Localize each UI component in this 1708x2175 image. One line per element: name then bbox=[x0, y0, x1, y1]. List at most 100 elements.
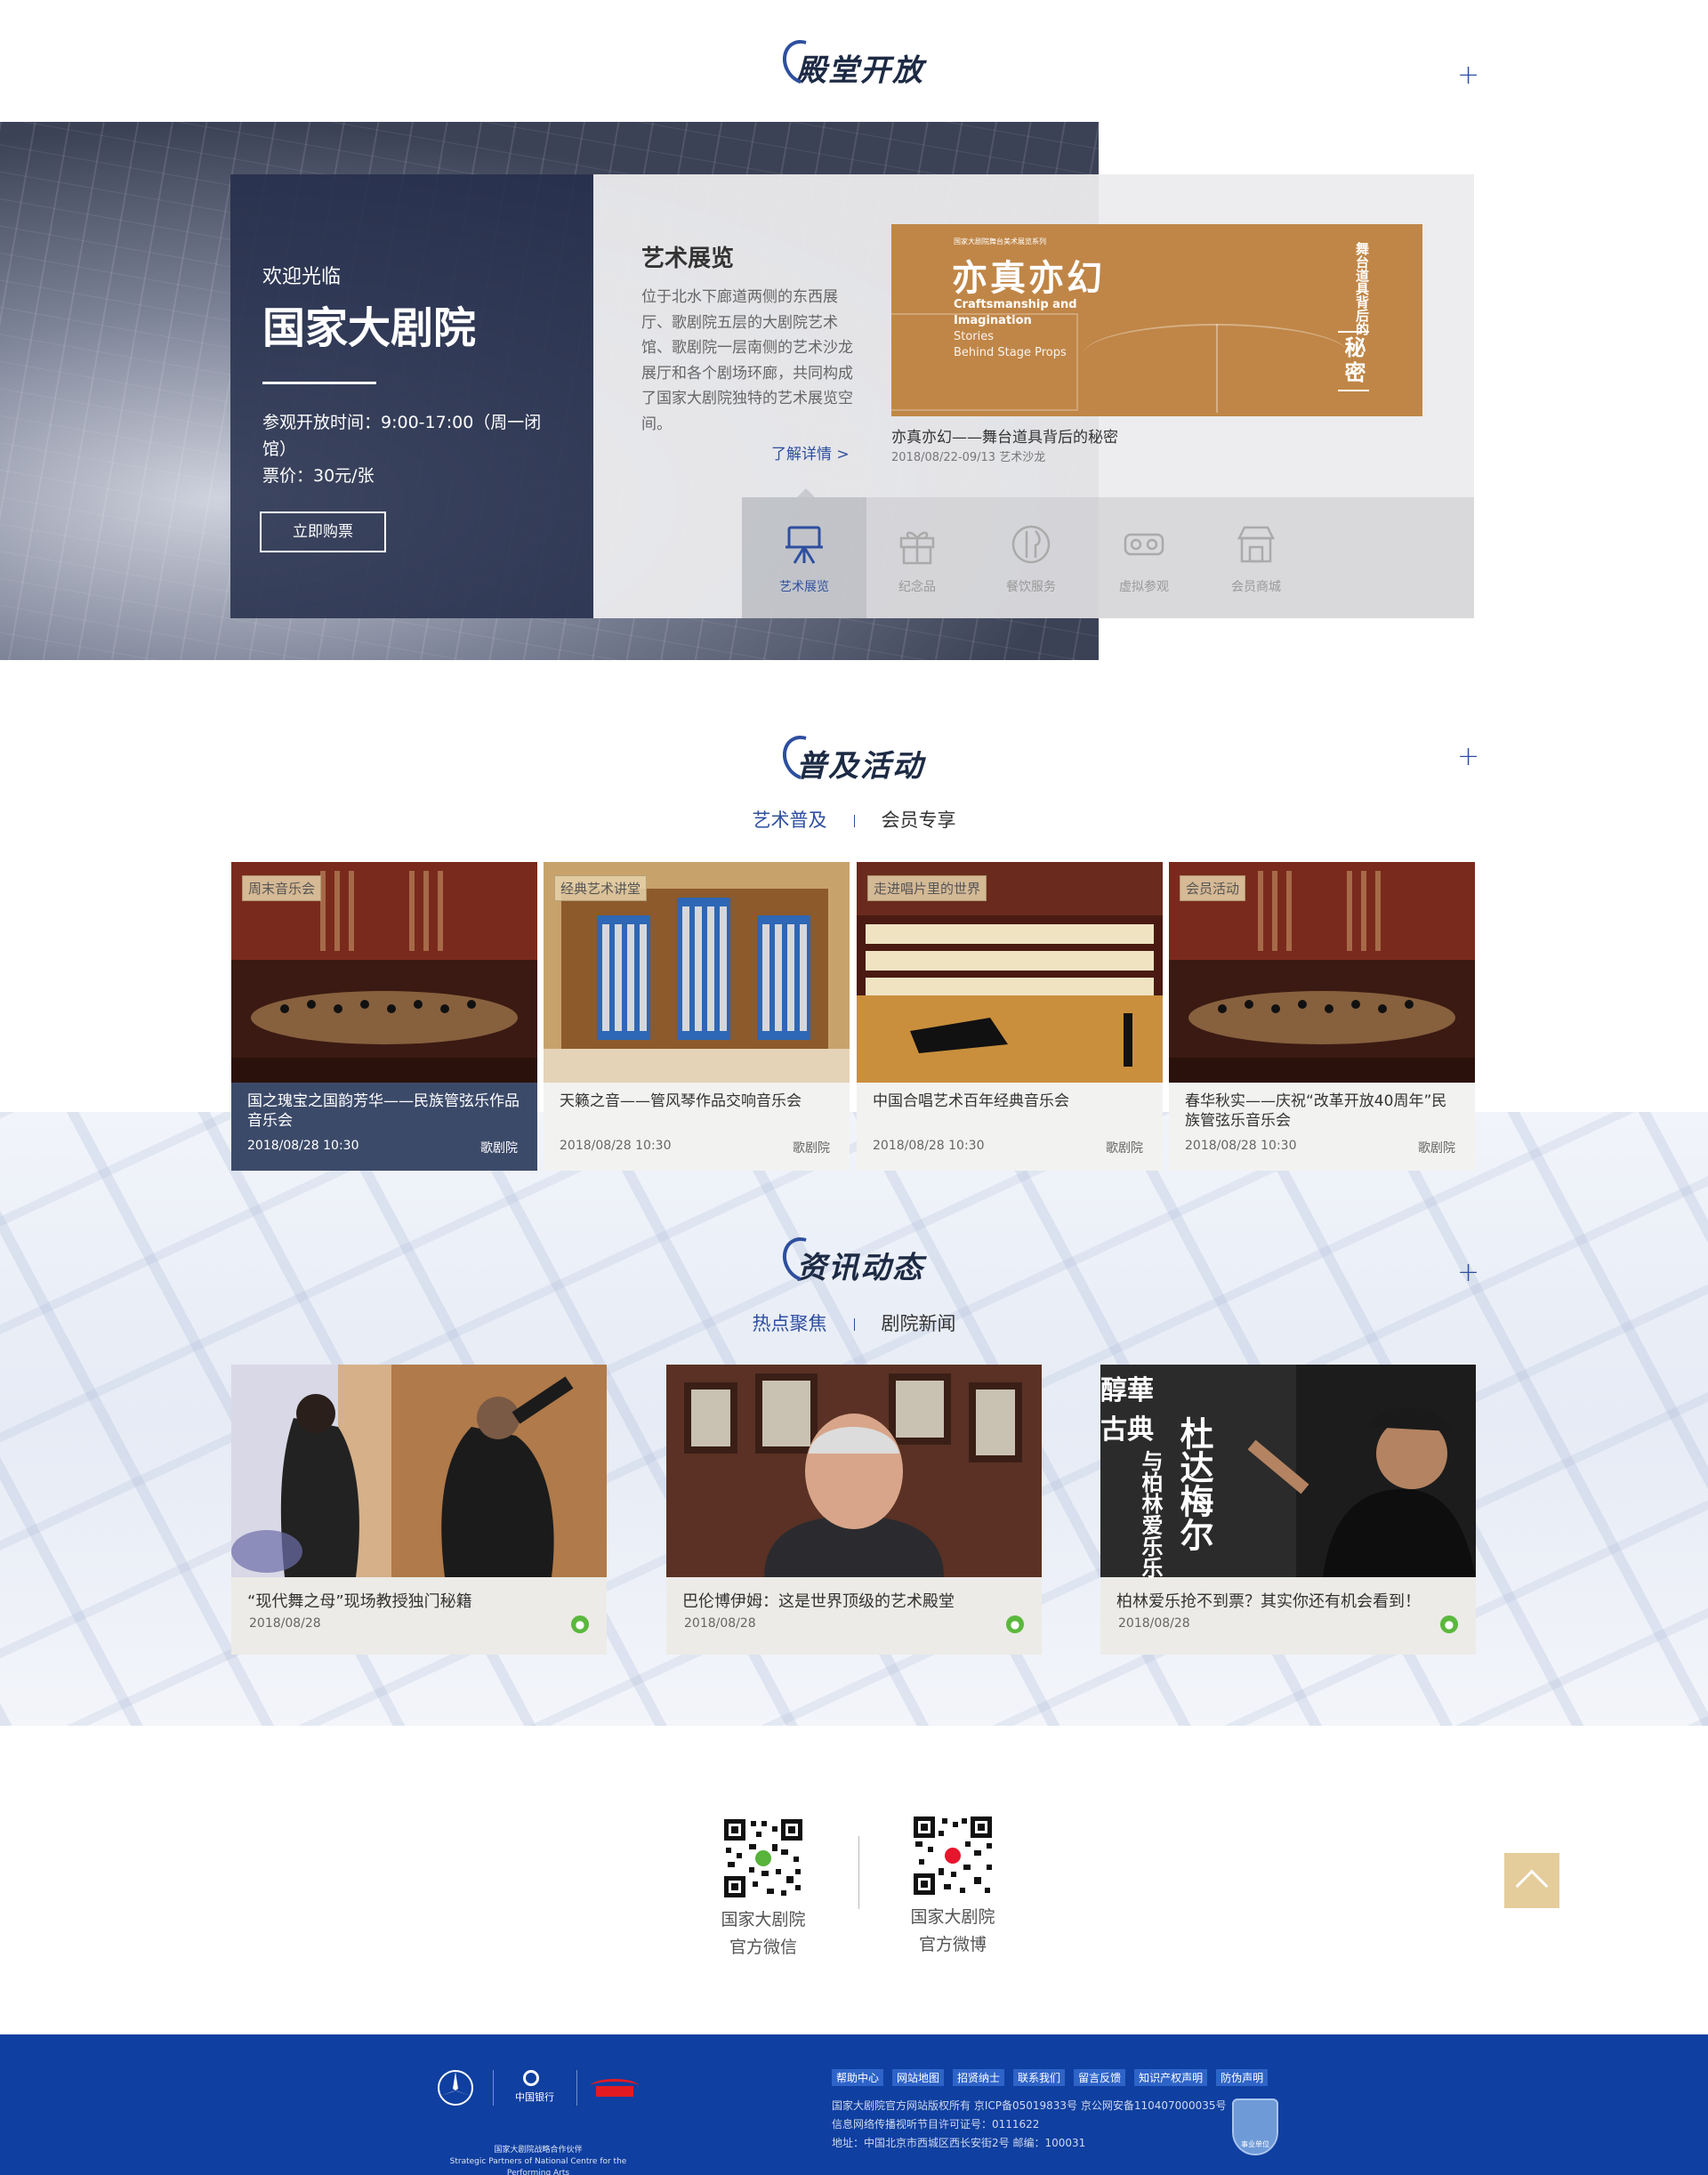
wechat-share-icon[interactable]: ● bbox=[1440, 1615, 1458, 1633]
activity-venue: 歌剧院 bbox=[1106, 1141, 1143, 1156]
more-plus-icon[interactable]: + bbox=[1457, 62, 1479, 89]
activity-card[interactable]: 会员活动 春华秋实——庆祝“改革开放40周年”民族管弦乐音乐会 2018/08/… bbox=[1169, 862, 1475, 1171]
logo-divider bbox=[493, 2070, 494, 2106]
boc-text: 中国银行 bbox=[515, 2091, 554, 2103]
tab-hot-focus[interactable]: 热点聚焦 bbox=[726, 1309, 854, 1336]
dining-icon bbox=[1011, 525, 1051, 564]
activity-venue: 歌剧院 bbox=[480, 1141, 518, 1156]
activity-card[interactable]: 周末音乐会 国之瑰宝之国韵芳华——民族管弦乐作品音乐会 2018/08/28 1… bbox=[231, 862, 537, 1171]
poster-vertical-small: 舞台道具背后的 bbox=[1354, 242, 1370, 335]
poster-caption[interactable]: 亦真亦幻——舞台道具背后的秘密 bbox=[891, 424, 1118, 447]
welcome-title: 国家大剧院 bbox=[262, 303, 477, 353]
footer-link-sitemap[interactable]: 网站地图 bbox=[892, 2069, 945, 2086]
wechat-caption: 国家大剧院 官方微信 bbox=[721, 1910, 806, 1957]
poster-big-text: 杜达梅尔 bbox=[1174, 1416, 1213, 1551]
wechat-share-icon[interactable]: ● bbox=[1006, 1615, 1024, 1633]
footer-link-contact[interactable]: 联系我们 bbox=[1013, 2069, 1066, 2086]
news-date: 2018/08/28 bbox=[249, 1616, 321, 1631]
tab-art-popularization[interactable]: 艺术普及 bbox=[726, 806, 854, 833]
service-shop[interactable]: 会员商城 bbox=[1194, 497, 1318, 618]
bank-of-china-logo[interactable]: 中国银行 bbox=[507, 2070, 562, 2106]
news-title: 巴伦博伊姆：这是世界顶级的艺术殿堂 bbox=[682, 1592, 955, 1611]
news-card[interactable]: “现代舞之母”现场教授独门秘籍 2018/08/28 ● bbox=[231, 1365, 607, 1655]
service-icon-bar: 艺术展览 纪念品 餐饮服务 虚拟参观 会员商城 bbox=[742, 488, 1474, 618]
poster-en-sub: Stories Behind Stage Props bbox=[954, 330, 1067, 359]
poster-caption-sub: 2018/08/22-09/13 艺术沙龙 bbox=[891, 451, 1046, 464]
poster-en-title: Craftsmanship and Imagination bbox=[954, 298, 1077, 327]
activity-tabs: 艺术普及 会员专享 bbox=[0, 806, 1708, 833]
learn-more-link[interactable]: 了解详情 > bbox=[771, 441, 850, 463]
footer-link-feedback[interactable]: 留言反馈 bbox=[1074, 2069, 1126, 2086]
gift-icon bbox=[899, 531, 935, 565]
poster-top-text: 醇華古典 bbox=[1100, 1375, 1154, 1446]
news-tabs: 热点聚焦 剧院新闻 bbox=[0, 1309, 1708, 1336]
footer-link-careers[interactable]: 招贤纳士 bbox=[953, 2069, 1005, 2086]
news-card[interactable]: 醇華古典 杜达梅尔 与柏林爱乐乐 柏林爱乐抢不到票？其实你还有机会看到！ 201… bbox=[1100, 1365, 1476, 1655]
public-institution-badge-icon[interactable]: 事业单位 bbox=[1232, 2098, 1278, 2155]
section-title-open: 殿堂开放 bbox=[0, 32, 1708, 93]
welcome-panel: 欢迎光临 国家大剧院 参观开放时间：9:00-17:00（周一闭馆） 票价：30… bbox=[230, 174, 593, 618]
conductor-portrait-photo bbox=[666, 1365, 1042, 1577]
vr-icon bbox=[1124, 533, 1164, 556]
service-vr[interactable]: 虚拟参观 bbox=[1082, 497, 1206, 618]
section-title-activity: 普及活动 bbox=[0, 728, 1708, 788]
news-title: “现代舞之母”现场教授独门秘籍 bbox=[247, 1592, 472, 1611]
activity-title: 春华秋实——庆祝“改革开放40周年”民族管弦乐音乐会 bbox=[1185, 1092, 1447, 1130]
exhibition-poster[interactable]: 国家大剧院舞台美术展览系列 亦真亦幻 Craftsmanship and Ima… bbox=[891, 224, 1422, 416]
easel-icon bbox=[786, 526, 823, 564]
weibo-qr-code[interactable] bbox=[912, 1815, 994, 1897]
footer: 中国银行 国家大剧院战略合作伙伴 Strategic Partners of N… bbox=[0, 2034, 1708, 2175]
weibo-caption: 国家大剧院 官方微博 bbox=[910, 1907, 995, 1954]
arrow-up-icon bbox=[1515, 1869, 1549, 1903]
service-gift[interactable]: 纪念品 bbox=[855, 497, 979, 618]
poster-vertical-big: 秘密 bbox=[1338, 331, 1369, 391]
partner-logos: 中国银行 国家大剧院战略合作伙伴 Strategic Partners of N… bbox=[436, 2068, 640, 2175]
activity-title: 国之瑰宝之国韵芳华——民族管弦乐作品音乐会 bbox=[247, 1092, 520, 1130]
tab-member-exclusive[interactable]: 会员专享 bbox=[855, 806, 983, 833]
umbrella-stick bbox=[1216, 324, 1218, 413]
activity-card[interactable]: 走进唱片里的世界 中国合唱艺术百年经典音乐会 2018/08/28 10:30 … bbox=[857, 862, 1163, 1171]
social-divider bbox=[858, 1836, 859, 1909]
activity-title: 天籁之音——管风琴作品交响音乐会 bbox=[560, 1092, 802, 1110]
buy-ticket-button[interactable]: 立即购票 bbox=[260, 512, 386, 552]
more-plus-icon[interactable]: + bbox=[1457, 1260, 1479, 1286]
partners-caption: 国家大剧院战略合作伙伴 Strategic Partners of Nation… bbox=[449, 2146, 627, 2175]
poster-sub-text: 与柏林爱乐乐 bbox=[1138, 1450, 1163, 1578]
activity-venue: 歌剧院 bbox=[1418, 1141, 1455, 1156]
news-card[interactable]: 巴伦博伊姆：这是世界顶级的艺术殿堂 2018/08/28 ● bbox=[666, 1365, 1042, 1655]
poster-title: 亦真亦幻 bbox=[952, 258, 1105, 299]
divider bbox=[262, 382, 376, 384]
active-caret bbox=[797, 488, 815, 497]
footer-links: 帮助中心 网站地图 招贤纳士 联系我们 留言反馈 知识产权声明 防伪声明 bbox=[832, 2068, 1277, 2086]
tab-theater-news[interactable]: 剧院新闻 bbox=[855, 1309, 983, 1336]
activity-tag: 经典艺术讲堂 bbox=[554, 875, 648, 901]
back-to-top-button[interactable] bbox=[1504, 1853, 1559, 1908]
poster-top-small: 国家大剧院舞台美术展览系列 bbox=[954, 238, 1046, 246]
section-title-news: 资讯动态 bbox=[0, 1229, 1708, 1290]
footer-link-anti-fraud[interactable]: 防伪声明 bbox=[1216, 2069, 1269, 2086]
wechat-share-icon[interactable]: ● bbox=[571, 1615, 589, 1633]
news-date: 2018/08/28 bbox=[684, 1616, 756, 1631]
activity-date: 2018/08/28 10:30 bbox=[247, 1139, 359, 1153]
shop-icon bbox=[1237, 526, 1276, 563]
service-exhibition[interactable]: 艺术展览 bbox=[742, 488, 866, 618]
activity-tag: 周末音乐会 bbox=[242, 875, 322, 901]
open-hours: 参观开放时间：9:00-17:00（周一闭馆） bbox=[262, 413, 542, 459]
activity-card[interactable]: 经典艺术讲堂 天籁之音——管风琴作品交响音乐会 2018/08/28 10:30… bbox=[544, 862, 850, 1171]
footer-link-help[interactable]: 帮助中心 bbox=[832, 2069, 884, 2086]
wechat-qr-code[interactable] bbox=[722, 1817, 804, 1899]
activity-date: 2018/08/28 10:30 bbox=[1185, 1139, 1297, 1153]
exhibition-desc: 位于北水下廊道两侧的东西展厅、歌剧院五层的大剧院艺术馆、歌剧院一层南侧的艺术沙龙… bbox=[641, 288, 853, 433]
news-date: 2018/08/28 bbox=[1118, 1616, 1190, 1631]
logo-divider bbox=[576, 2070, 577, 2106]
mercedes-logo-icon[interactable] bbox=[436, 2068, 475, 2107]
lenovo-logo-icon[interactable] bbox=[591, 2074, 639, 2104]
news-title: 柏林爱乐抢不到票？其实你还有机会看到！ bbox=[1116, 1592, 1421, 1611]
activity-title: 中国合唱艺术百年经典音乐会 bbox=[873, 1092, 1069, 1110]
activity-date: 2018/08/28 10:30 bbox=[560, 1139, 672, 1153]
footer-link-ip-statement[interactable]: 知识产权声明 bbox=[1134, 2069, 1208, 2086]
dance-class-photo bbox=[231, 1365, 607, 1577]
activity-tag: 会员活动 bbox=[1180, 875, 1246, 901]
service-dining[interactable]: 餐饮服务 bbox=[969, 497, 1093, 618]
more-plus-icon[interactable]: + bbox=[1457, 744, 1479, 770]
